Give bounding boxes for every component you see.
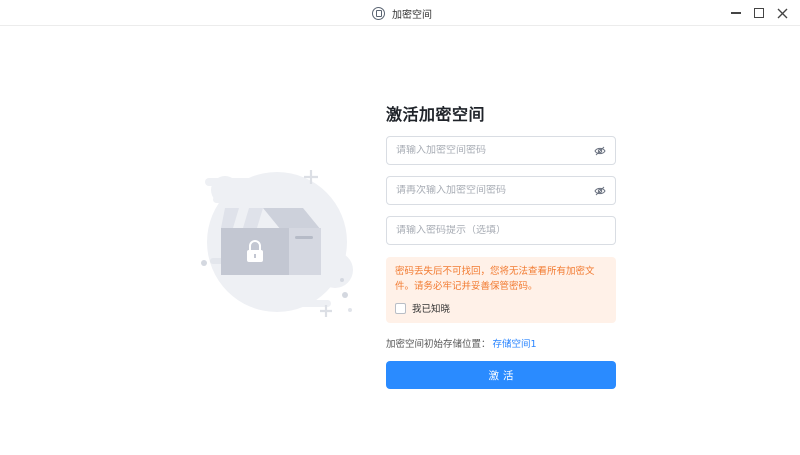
- storage-location: 加密空间初始存储位置： 存储空间1: [386, 336, 537, 350]
- page-title: 激活加密空间: [386, 105, 486, 124]
- window-title: 加密空间: [392, 9, 432, 21]
- eye-off-icon[interactable]: [594, 145, 606, 157]
- confirm-password-input[interactable]: [387, 185, 587, 196]
- close-icon: [777, 8, 787, 18]
- title-bar: 加密空间: [0, 0, 800, 26]
- password-input[interactable]: [387, 145, 587, 156]
- activate-button[interactable]: 激活: [386, 361, 616, 389]
- close-button[interactable]: [772, 3, 792, 23]
- minimize-button[interactable]: [726, 3, 746, 23]
- maximize-icon: [754, 8, 764, 18]
- eye-off-icon[interactable]: [594, 185, 606, 197]
- password-field[interactable]: [386, 136, 616, 165]
- acknowledge-label: 我已知晓: [412, 304, 451, 315]
- password-hint-field[interactable]: [386, 216, 616, 245]
- maximize-button[interactable]: [749, 3, 769, 23]
- warning-text: 密码丢失后不可找回，您将无法查看所有加密文件。请务必牢记并妥善保管密码。: [395, 266, 595, 292]
- storage-location-label: 加密空间初始存储位置：: [386, 339, 491, 350]
- acknowledge-checkbox-row[interactable]: 我已知晓: [395, 301, 450, 315]
- password-hint-input[interactable]: [387, 225, 587, 236]
- locked-box-icon: [201, 170, 353, 317]
- confirm-password-field[interactable]: [386, 176, 616, 205]
- window-title-group: 加密空间: [372, 5, 432, 21]
- warning-box: 密码丢失后不可找回，您将无法查看所有加密文件。请务必牢记并妥善保管密码。 我已知…: [386, 257, 616, 323]
- storage-location-link[interactable]: 存储空间1: [493, 336, 537, 350]
- lock-safe-icon: [372, 6, 385, 20]
- acknowledge-checkbox[interactable]: [395, 302, 406, 314]
- minimize-icon: [731, 12, 741, 14]
